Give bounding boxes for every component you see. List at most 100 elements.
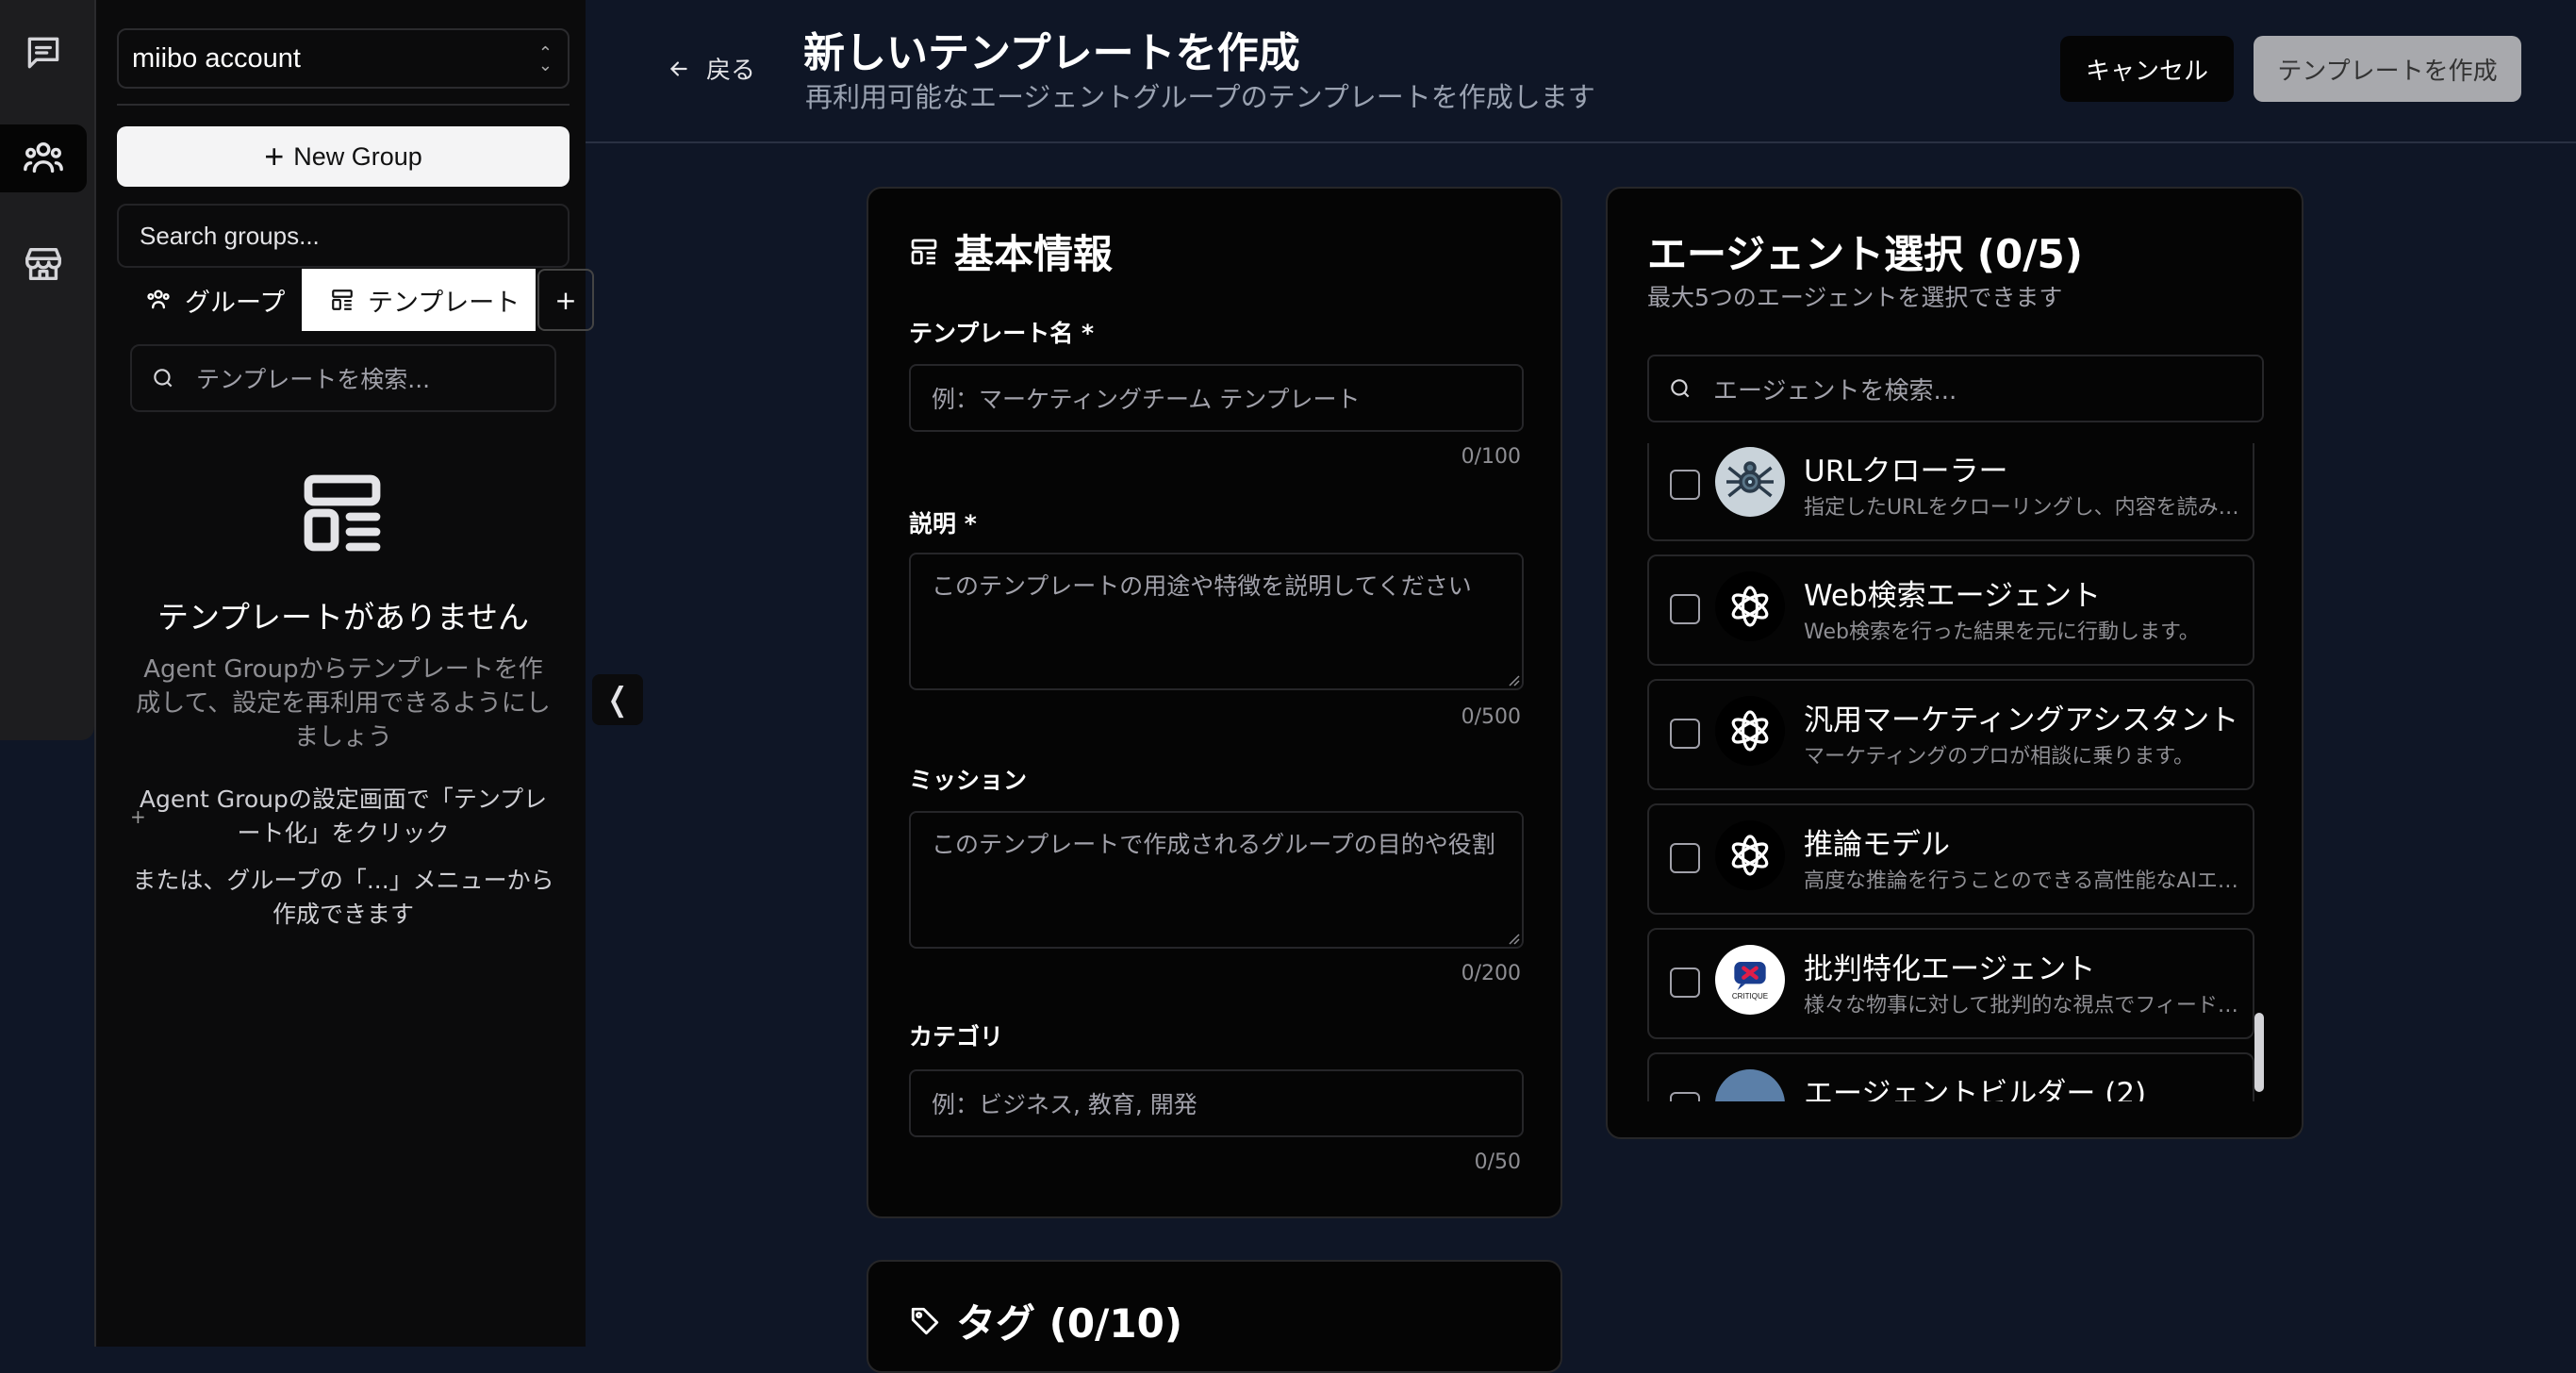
template-name-counter: 0/100 xyxy=(1461,445,1521,469)
chat-nav-button[interactable] xyxy=(0,19,87,87)
agent-search-placeholder: エージェントを検索... xyxy=(1713,376,1957,405)
account-selector[interactable]: miibo account ⌃ ⌄ xyxy=(117,28,570,89)
category-counter: 0/50 xyxy=(1474,1150,1521,1174)
page-subtitle: 再利用可能なエージェントグループのテンプレートを作成します xyxy=(805,81,1595,113)
agent-name: 推論モデル xyxy=(1804,828,1950,862)
agent-description: 様々な物事に対して批判的な視点でフィード… xyxy=(1804,994,2238,1017)
search-groups-placeholder: Search groups... xyxy=(140,221,320,250)
template-name-input[interactable]: 例：マーケティングチーム テンプレート xyxy=(909,364,1524,432)
agent-item[interactable]: Web検索エージェント Web検索を行った結果を元に行動します。 xyxy=(1647,554,2254,666)
sidebar: miibo account ⌃ ⌄ + New Group Search grou… xyxy=(94,0,594,1347)
template-icon xyxy=(304,474,381,552)
account-name: miibo account xyxy=(132,42,301,74)
description-placeholder: このテンプレートの用途や特徴を説明してください xyxy=(932,572,1472,600)
chevron-updown-icon: ⌃ ⌄ xyxy=(537,43,553,74)
add-tab-button[interactable]: + xyxy=(537,269,594,331)
collapse-sidebar-button[interactable]: ❬ xyxy=(592,674,643,725)
description-counter: 0/500 xyxy=(1461,705,1521,729)
template-search-placeholder: テンプレートを検索... xyxy=(196,366,431,393)
template-icon xyxy=(911,239,937,264)
store-nav-button[interactable] xyxy=(0,230,87,298)
chat-icon xyxy=(27,37,59,69)
chevron-left-icon: ❬ xyxy=(603,681,632,719)
agent-description: 高度な推論を行うことのできる高性能なAIエ… xyxy=(1804,869,2238,893)
cancel-button[interactable]: キャンセル xyxy=(2060,36,2234,102)
tag-icon xyxy=(911,1307,939,1334)
back-label: 戻る xyxy=(706,57,756,85)
tags-card: タグ (0/10) xyxy=(867,1260,1562,1373)
category-label: カテゴリ xyxy=(909,1023,1004,1050)
agent-checkbox[interactable] xyxy=(1670,594,1700,624)
users-icon xyxy=(24,141,63,174)
empty-hint: + Agent Groupの設定画面で「テンプレート化」をクリック xyxy=(130,783,556,851)
agent-checkbox[interactable] xyxy=(1670,968,1700,998)
plus-icon: + xyxy=(130,805,146,828)
plus-icon: + xyxy=(264,137,285,175)
users-icon xyxy=(147,289,170,309)
agent-item[interactable]: 汎用マーケティングアシスタント マーケティングのプロが相談に乗ります。 xyxy=(1647,679,2254,790)
agent-checkbox[interactable] xyxy=(1670,719,1700,749)
agent-name: URLクローラー xyxy=(1804,455,2008,488)
openai-icon xyxy=(1715,571,1785,641)
agent-item[interactable]: CRITIQUE 批判特化エージェント 様々な物事に対して批判的な視点でフィード… xyxy=(1647,928,2254,1039)
mission-placeholder: このテンプレートで作成されるグループの目的や役割 xyxy=(932,831,1495,858)
basic-info-title: 基本情報 xyxy=(909,223,1113,280)
search-icon xyxy=(154,369,173,388)
agent-checkbox[interactable] xyxy=(1670,1092,1700,1101)
description-textarea[interactable]: このテンプレートの用途や特徴を説明してください xyxy=(909,553,1524,690)
agent-description: Web検索を行った結果を元に行動します。 xyxy=(1804,620,2200,644)
agent-name: 汎用マーケティングアシスタント xyxy=(1804,703,2239,737)
category-placeholder: 例：ビジネス, 教育, 開発 xyxy=(932,1091,1197,1118)
tab-groups-label: グループ xyxy=(185,288,286,318)
agent-checkbox[interactable] xyxy=(1670,843,1700,873)
empty-description: Agent Groupからテンプレートを作成して、設定を再利用できるようにしまし… xyxy=(136,655,551,752)
builder-icon xyxy=(1715,1069,1785,1101)
agent-search-input[interactable]: エージェントを検索... xyxy=(1647,355,2264,422)
new-group-button[interactable]: + New Group xyxy=(117,126,570,187)
resize-handle-icon[interactable] xyxy=(1505,930,1520,945)
category-input[interactable]: 例：ビジネス, 教育, 開発 xyxy=(909,1069,1524,1137)
spider-robot-icon xyxy=(1715,447,1785,517)
empty-hint-text: Agent Groupの設定画面で「テンプレート化」をクリック xyxy=(139,786,548,847)
mission-label: ミッション xyxy=(909,767,1028,794)
divider xyxy=(117,104,570,106)
agent-groups-nav-button[interactable] xyxy=(0,124,87,192)
template-icon xyxy=(332,289,353,310)
critique-badge-text: CRITIQUE xyxy=(1731,991,1769,1001)
store-icon xyxy=(25,247,61,281)
agent-list-scrollbar[interactable] xyxy=(2254,1013,2264,1092)
agent-selection-subtitle: 最大5つのエージェントを選択できます xyxy=(1647,284,2063,311)
back-button[interactable]: 戻る xyxy=(667,51,755,86)
tab-templates[interactable]: テンプレート xyxy=(302,269,536,331)
new-group-label: New Group xyxy=(293,141,422,171)
tags-title: タグ (0/10) xyxy=(909,1292,1182,1349)
basic-info-card: 基本情報 テンプレート名 * 例：マーケティングチーム テンプレート 0/100… xyxy=(867,187,1562,1218)
arrow-left-icon xyxy=(669,60,687,76)
agent-checkbox[interactable] xyxy=(1670,470,1700,500)
icon-rail xyxy=(0,0,94,740)
openai-icon xyxy=(1715,820,1785,890)
mission-textarea[interactable]: このテンプレートで作成されるグループの目的や役割 xyxy=(909,811,1524,949)
agent-description: 指定したURLをクローリングし、内容を読み… xyxy=(1804,496,2239,520)
template-search-input[interactable]: テンプレートを検索... xyxy=(130,344,556,412)
search-groups-input[interactable]: Search groups... xyxy=(117,204,570,268)
mission-counter: 0/200 xyxy=(1461,962,1521,985)
empty-title: テンプレートがありません xyxy=(157,599,530,636)
agent-name: エージェントビルダー (2) xyxy=(1804,1077,2147,1101)
agent-item[interactable]: 推論モデル 高度な推論を行うことのできる高性能なAIエ… xyxy=(1647,803,2254,915)
template-name-placeholder: 例：マーケティングチーム テンプレート xyxy=(932,386,1361,413)
tab-templates-label: テンプレート xyxy=(368,288,520,318)
tags-title-text: タグ (0/10) xyxy=(956,1300,1183,1347)
agent-item[interactable]: エージェントビルダー (2) xyxy=(1647,1052,2254,1101)
resize-handle-icon[interactable] xyxy=(1505,671,1520,686)
agent-selection-card: エージェント選択 (0/5) 最大5つのエージェントを選択できます エージェント… xyxy=(1606,187,2304,1139)
agent-item[interactable]: URLクローラー 指定したURLをクローリングし、内容を読み… xyxy=(1647,443,2254,541)
plus-icon: + xyxy=(554,284,577,316)
create-template-button[interactable]: テンプレートを作成 xyxy=(2254,36,2521,102)
page-title: 新しいテンプレートを作成 xyxy=(803,29,1300,77)
agent-selection-title: エージェント選択 (0/5) xyxy=(1647,231,2083,277)
agent-name: Web検索エージェント xyxy=(1804,579,2101,613)
empty-alternative: または、グループの「...」メニューから作成できます xyxy=(132,867,554,928)
openai-icon xyxy=(1715,696,1785,766)
page-header: 戻る 新しいテンプレートを作成 再利用可能なエージェントグループのテンプレートを… xyxy=(586,0,2576,143)
